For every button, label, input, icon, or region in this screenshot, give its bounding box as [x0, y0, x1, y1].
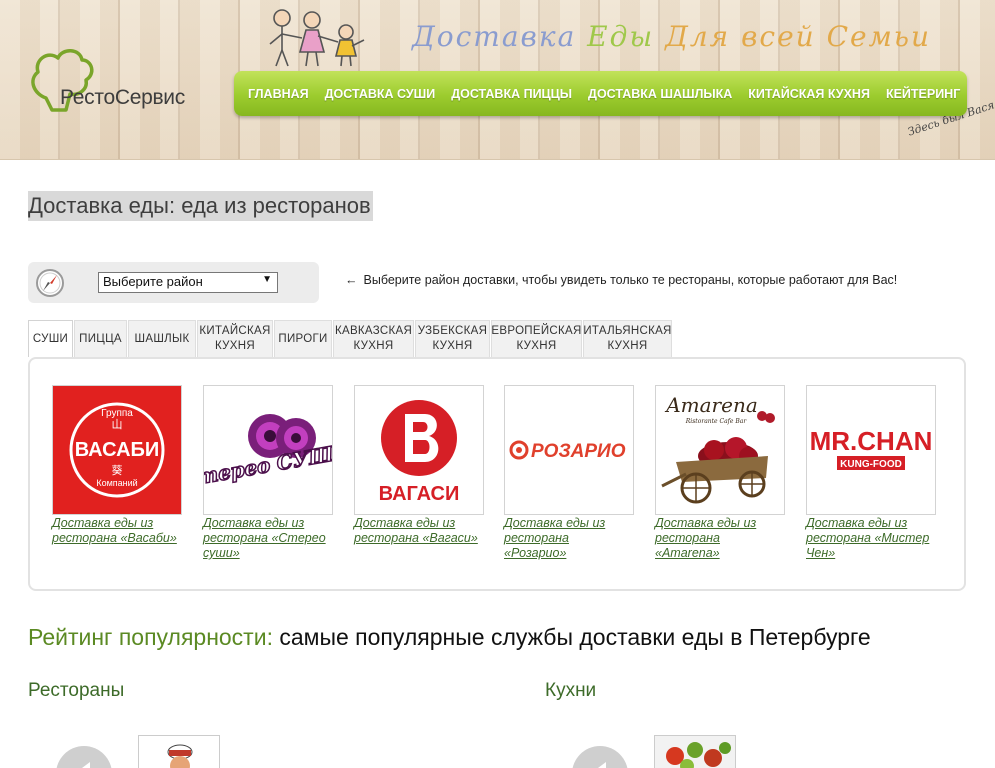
rosario-logo-text: РОЗАРИО: [531, 441, 626, 462]
tab-caucasian[interactable]: КАВКАЗСКАЯ КУХНЯ: [333, 320, 414, 357]
vagasi-logo-icon: ВАГАСИ: [379, 400, 460, 505]
cuisines-heading: Кухни: [545, 680, 597, 701]
site-logo[interactable]: РестоСервис: [26, 46, 196, 116]
tab-pizza[interactable]: ПИЦЦА: [74, 320, 127, 357]
rating-title-rest: самые популярные службы доставки еды в П…: [272, 624, 871, 650]
header-slogan: Доставка Еды Для всей Семьи: [412, 20, 931, 53]
district-filter: Выберите район ▼: [28, 262, 319, 303]
restaurant-logo-stereo-sushi[interactable]: Стерео СУШИ: [203, 385, 333, 515]
restaurant-link-amarena[interactable]: Доставка еды из ресторана «Amarena»: [655, 516, 785, 561]
arrow-left-icon: ←: [345, 273, 358, 287]
amarena-logo-icon: Amarena Ristorante Cafe Bar: [661, 393, 775, 504]
restaurant-link-rosario[interactable]: Доставка еды из ресторана «Розарио»: [504, 516, 634, 561]
tab-pies[interactable]: ПИРОГИ: [274, 320, 332, 357]
restaurants-heading: Рестораны: [28, 680, 125, 701]
restaurant-logo-wasabi[interactable]: Группа 山 ВАСАБИ 葵 Компаний: [52, 385, 182, 515]
stereo-sushi-logo-icon: Стерео СУШИ: [204, 414, 332, 493]
site-header: РестоСервис Доставка Еды Для всей Семьи …: [0, 0, 995, 160]
wasabi-logo-text: ВАСАБИ: [75, 439, 160, 461]
tab-european[interactable]: ЕВРОПЕЙСКАЯ КУХНЯ: [491, 320, 582, 357]
restaurant-card: Группа 山 ВАСАБИ 葵 Компаний Доставка еды …: [52, 385, 182, 546]
arrow-left-icon: [74, 762, 90, 768]
tab-italian[interactable]: ИТАЛЬЯНСКАЯ КУХНЯ: [583, 320, 672, 357]
arrow-left-icon: [590, 762, 606, 768]
rating-title: Рейтинг популярности: самые популярные с…: [28, 624, 871, 651]
rosario-logo-icon: РОЗАРИО: [509, 440, 626, 462]
nav-shashlik[interactable]: ДОСТАВКА ШАШЛЫКА: [580, 87, 740, 101]
restaurant-thumbnail[interactable]: [138, 735, 220, 768]
amarena-logo-sub: Ristorante Cafe Bar: [685, 418, 748, 425]
tab-sushi[interactable]: СУШИ: [28, 320, 73, 357]
kids-drawing-icon: [269, 9, 365, 67]
dropdown-arrow-icon: ▼: [262, 274, 272, 285]
page-title: Доставка еды: еда из ресторанов: [28, 191, 373, 221]
tab-shashlik[interactable]: ШАШЛЫК: [128, 320, 196, 357]
district-select[interactable]: Выберите район ▼: [98, 272, 278, 293]
restaurant-card: Стерео СУШИ Доставка еды из ресторана «С…: [203, 385, 333, 561]
district-select-value: Выберите район: [103, 274, 203, 289]
svg-text:山: 山: [112, 418, 123, 431]
tab-chinese[interactable]: КИТАЙСКАЯ КУХНЯ: [197, 320, 273, 357]
restaurants-prev-button[interactable]: [56, 746, 112, 768]
restaurant-card: Amarena Ristorante Cafe Bar Доставка еды…: [655, 385, 785, 561]
restaurant-logo-mr-chan[interactable]: MR.CHAN KUNG-FOOD: [806, 385, 936, 515]
compass-icon: [36, 269, 64, 297]
restaurant-card: РОЗАРИО Доставка еды из ресторана «Розар…: [504, 385, 634, 561]
nav-sushi[interactable]: ДОСТАВКА СУШИ: [317, 87, 444, 101]
nav-chinese[interactable]: КИТАЙСКАЯ КУХНЯ: [740, 87, 878, 101]
cuisine-tabs: СУШИ ПИЦЦА ШАШЛЫК КИТАЙСКАЯ КУХНЯ ПИРОГИ…: [28, 320, 673, 357]
main-nav: ГЛАВНАЯ ДОСТАВКА СУШИ ДОСТАВКА ПИЦЦЫ ДОС…: [234, 71, 967, 116]
chef-cartoon-icon: [167, 744, 193, 768]
restaurant-card: MR.CHAN KUNG-FOOD Доставка еды из рестор…: [806, 385, 936, 561]
restaurant-link-stereo-sushi[interactable]: Доставка еды из ресторана «Стерео суши»: [203, 516, 333, 561]
salad-icon: [655, 736, 735, 768]
nav-catering[interactable]: КЕЙТЕРИНГ: [878, 87, 968, 101]
cuisines-prev-button[interactable]: [572, 746, 628, 768]
wasabi-logo-icon: Группа 山 ВАСАБИ 葵 Компаний: [53, 386, 181, 514]
district-hint: ← Выберите район доставки, чтобы увидеть …: [345, 273, 897, 287]
restaurant-logo-vagasi[interactable]: ВАГАСИ: [354, 385, 484, 515]
slogan-part3: Для всей Семьи: [665, 20, 932, 53]
restaurant-link-vagasi[interactable]: Доставка еды из ресторана «Вагаси»: [354, 516, 484, 546]
svg-text:葵: 葵: [112, 464, 123, 477]
restaurant-logo-rosario[interactable]: РОЗАРИО: [504, 385, 634, 515]
mr-chan-logo-text: MR.CHAN: [810, 426, 933, 456]
restaurant-link-mr-chan[interactable]: Доставка еды из ресторана «Мистер Чен»: [806, 516, 936, 561]
restaurant-logo-amarena[interactable]: Amarena Ristorante Cafe Bar: [655, 385, 785, 515]
logo-text: РестоСервис: [60, 86, 185, 109]
nav-pizza[interactable]: ДОСТАВКА ПИЦЦЫ: [443, 87, 580, 101]
mr-chan-logo-icon: MR.CHAN KUNG-FOOD: [810, 426, 933, 470]
cuisine-thumbnail[interactable]: [654, 735, 736, 768]
rating-title-highlight: Рейтинг популярности:: [28, 624, 273, 650]
vagasi-logo-text: ВАГАСИ: [379, 483, 460, 505]
tab-uzbek[interactable]: УЗБЕКСКАЯ КУХНЯ: [415, 320, 490, 357]
slogan-part1: Доставка: [412, 20, 577, 53]
amarena-logo-text: Amarena: [664, 393, 758, 417]
nav-home[interactable]: ГЛАВНАЯ: [240, 87, 317, 101]
district-hint-text: Выберите район доставки, чтобы увидеть т…: [363, 273, 898, 287]
slogan-part2: Еды: [587, 20, 655, 53]
mr-chan-logo-sub: KUNG-FOOD: [840, 459, 902, 470]
wasabi-logo-bottom: Компаний: [96, 478, 137, 488]
restaurants-panel: Группа 山 ВАСАБИ 葵 Компаний Доставка еды …: [28, 357, 966, 591]
restaurant-card: ВАГАСИ Доставка еды из ресторана «Вагаси…: [354, 385, 484, 546]
restaurant-link-wasabi[interactable]: Доставка еды из ресторана «Васаби»: [52, 516, 182, 546]
